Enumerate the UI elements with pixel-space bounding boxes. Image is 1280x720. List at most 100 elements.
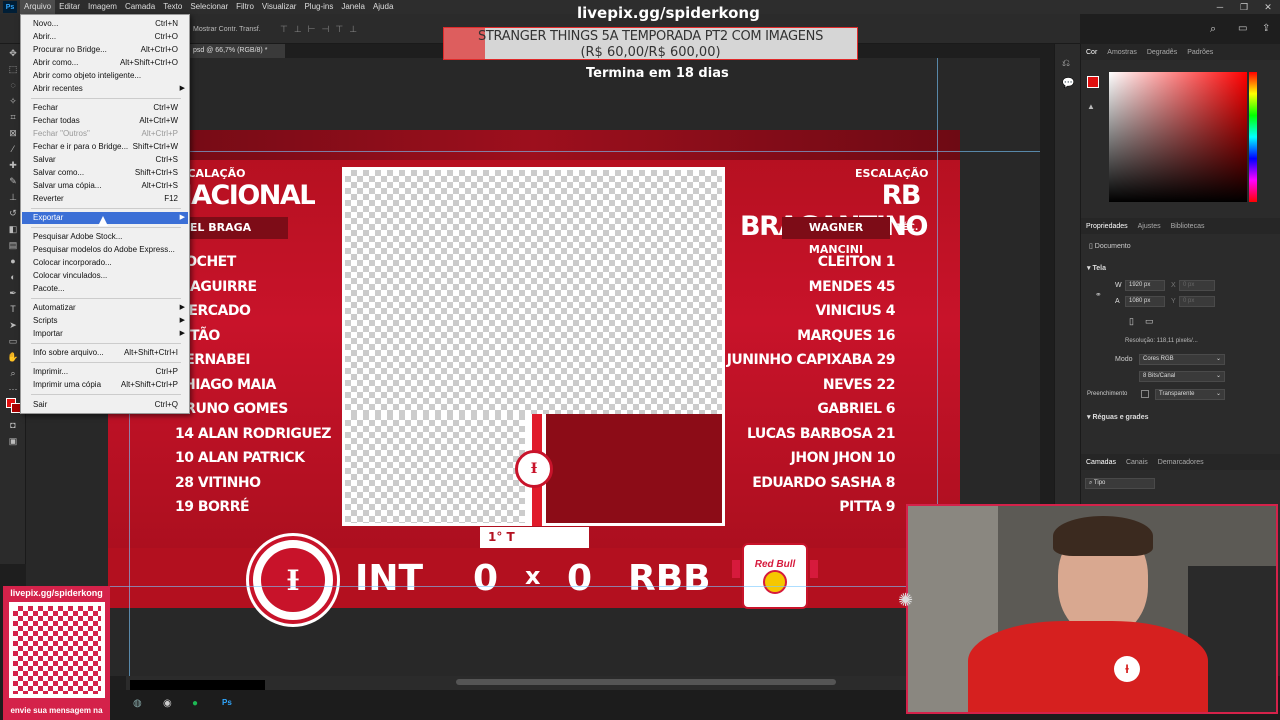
list-item: LUCAS BARBOSA 21: [747, 425, 896, 442]
list-item: 28 VITINHO: [175, 474, 261, 491]
menu-arquivo[interactable]: Arquivo: [20, 0, 56, 14]
obs-icon[interactable]: ◉: [163, 698, 172, 709]
menu-item-sair[interactable]: Sair Ctrl+Q: [22, 399, 188, 411]
menu-item-reverter[interactable]: Reverter F12: [22, 193, 188, 205]
menu-item-pacote[interactable]: Pacote...: [22, 283, 188, 295]
tab-demarcadores[interactable]: Demarcadores: [1153, 459, 1209, 466]
tab-camadas[interactable]: Camadas: [1081, 459, 1121, 466]
tab-ajustes[interactable]: Ajustes: [1133, 223, 1166, 230]
guide-horizontal[interactable]: [26, 586, 1040, 587]
color-picker-field[interactable]: [1109, 72, 1247, 202]
menu-janela[interactable]: Janela: [337, 0, 369, 14]
menu-item-colocar-incorporado[interactable]: Colocar incorporado...: [22, 257, 188, 269]
tab-bibliotecas[interactable]: Bibliotecas: [1166, 223, 1210, 230]
fill-label: Preenchimento: [1087, 391, 1128, 397]
orientation-landscape-icon[interactable]: ▭: [1145, 316, 1154, 327]
width-label: W: [1115, 282, 1122, 289]
tab-canais[interactable]: Canais: [1121, 459, 1153, 466]
menu-item-imprimir-copia[interactable]: Imprimir uma cópia Alt+Shift+Ctrl+P: [22, 379, 188, 391]
x-field[interactable]: 0 px: [1179, 280, 1215, 291]
tab-padroes[interactable]: Padrões: [1182, 49, 1218, 56]
menu-filtro[interactable]: Filtro: [232, 0, 258, 14]
menu-item-automatizar[interactable]: Automatizar ▶: [22, 302, 188, 314]
menu-texto[interactable]: Texto: [159, 0, 186, 14]
align-icons[interactable]: ⊤⊥⊢⊣⊤⊥: [280, 24, 363, 35]
menu-item-pesquisar-modelos[interactable]: Pesquisar modelos do Adobe Express...: [22, 244, 188, 256]
qr-code-icon: [9, 602, 105, 698]
photoshop-taskbar-icon[interactable]: Ps: [222, 698, 232, 707]
menu-visualizar[interactable]: Visualizar: [258, 0, 301, 14]
photo-placeholder-bottom[interactable]: [342, 414, 528, 526]
tab-cor[interactable]: Cor: [1081, 49, 1102, 56]
menu-ajuda[interactable]: Ajuda: [369, 0, 397, 14]
bits-select[interactable]: 8 Bits/Canal ⌄: [1139, 371, 1225, 382]
menu-item-imprimir[interactable]: Imprimir... Ctrl+P: [22, 366, 188, 378]
menu-item-salvar-como[interactable]: Salvar como... Shift+Ctrl+S: [22, 167, 188, 179]
restore-icon[interactable]: ❐: [1232, 0, 1256, 14]
hue-slider[interactable]: [1249, 72, 1257, 202]
menu-item-procurar-bridge[interactable]: Procurar no Bridge... Alt+Ctrl+O: [22, 44, 188, 56]
y-field[interactable]: 0 px: [1179, 296, 1215, 307]
close-icon[interactable]: ✕: [1256, 0, 1280, 14]
quick-mask-icon[interactable]: ◘: [4, 418, 22, 432]
menu-item-abrir-como[interactable]: Abrir como... Alt+Shift+Ctrl+O: [22, 57, 188, 69]
bragantino-crest-icon: Red Bull: [742, 543, 808, 609]
submenu-arrow-icon: ▶: [179, 304, 185, 311]
orientation-portrait-icon[interactable]: ▯: [1129, 316, 1134, 327]
tab-propriedades[interactable]: Propriedades: [1081, 223, 1133, 230]
tab-amostras[interactable]: Amostras: [1102, 49, 1142, 56]
list-item: GABRIEL 6: [817, 401, 895, 417]
menu-plugins[interactable]: Plug-ins: [300, 0, 337, 14]
list-item: VITÃO: [175, 327, 220, 344]
streamer-shirt: [968, 621, 1208, 712]
mode-select[interactable]: Cores RGB ⌄: [1139, 354, 1225, 365]
horizontal-scrollbar[interactable]: [456, 679, 836, 685]
width-field[interactable]: 1920 px: [1125, 280, 1165, 291]
menu-item-fechar[interactable]: Fechar Ctrl+W: [22, 102, 188, 114]
menu-imagem[interactable]: Imagem: [84, 0, 121, 14]
share-icon[interactable]: ⇪: [1262, 23, 1270, 34]
guide-vertical[interactable]: [937, 58, 938, 508]
left-bull-icon: [732, 560, 740, 578]
show-transform-checkbox[interactable]: Mostrar Contr. Transf.: [193, 26, 261, 33]
goal-amount: (R$ 60,00/R$ 600,00): [580, 45, 721, 60]
photo-placeholder-top[interactable]: [342, 167, 725, 417]
discord-icon[interactable]: ◍: [133, 698, 142, 709]
right-coach-suffix: TÉC.: [896, 223, 919, 233]
menu-item-abrir-recentes[interactable]: Abrir recentes ▶: [22, 83, 188, 95]
tab-degrades[interactable]: Degradês: [1142, 49, 1182, 56]
menu-item-info-arquivo[interactable]: Info sobre arquivo... Alt+Shift+Ctrl+I: [22, 347, 188, 359]
foreground-color-swatch[interactable]: [1087, 76, 1099, 88]
spotify-icon[interactable]: ●: [192, 698, 198, 709]
minimize-icon[interactable]: ─: [1208, 0, 1232, 14]
menu-item-abrir-objeto-inteligente[interactable]: Abrir como objeto inteligente...: [22, 70, 188, 82]
menu-item-abrir[interactable]: Abrir... Ctrl+O: [22, 31, 188, 43]
menu-item-salvar[interactable]: Salvar Ctrl+S: [22, 154, 188, 166]
menu-item-scripts[interactable]: Scripts ▶: [22, 315, 188, 327]
menu-item-fechar-todas[interactable]: Fechar todas Alt+Ctrl+W: [22, 115, 188, 127]
fill-select[interactable]: Transparente ⌄: [1155, 389, 1225, 400]
fill-swatch[interactable]: [1141, 390, 1149, 398]
menu-item-fechar-bridge[interactable]: Fechar e ir para o Bridge... Shift+Ctrl+W: [22, 141, 188, 153]
search-icon[interactable]: ⌕: [1210, 23, 1216, 36]
screen-mode-icon[interactable]: ▣: [4, 434, 22, 448]
shirt-crest-icon: Ɨ: [1114, 656, 1140, 682]
menu-item-salvar-copia[interactable]: Salvar uma cópia... Alt+Ctrl+S: [22, 180, 188, 192]
menu-item-colocar-vinculados[interactable]: Colocar vinculados...: [22, 270, 188, 282]
menu-item-novo[interactable]: Novo... Ctrl+N: [22, 18, 188, 30]
history-icon[interactable]: ⎌: [1062, 58, 1070, 69]
menu-selecionar[interactable]: Selecionar: [186, 0, 232, 14]
link-icon[interactable]: ⚭: [1095, 290, 1102, 299]
comments-icon[interactable]: 💬: [1062, 78, 1074, 89]
menu-editar[interactable]: Editar: [55, 0, 84, 14]
submenu-arrow-icon: ▶: [179, 330, 185, 337]
menu-item-importar[interactable]: Importar ▶: [22, 328, 188, 340]
photoshop-logo-icon[interactable]: Ps: [3, 1, 17, 13]
menu-item-pesquisar-stock[interactable]: Pesquisar Adobe Stock...: [22, 231, 188, 243]
layer-filter-select[interactable]: ⌕ Tipo: [1085, 478, 1155, 489]
menu-camada[interactable]: Camada: [121, 0, 159, 14]
height-field[interactable]: 1080 px: [1125, 296, 1165, 307]
menu-item-fechar-outros[interactable]: Fechar "Outros" Alt+Ctrl+P: [22, 128, 188, 140]
workspace-icon[interactable]: ▭: [1238, 23, 1247, 34]
dark-panel: [546, 414, 725, 526]
